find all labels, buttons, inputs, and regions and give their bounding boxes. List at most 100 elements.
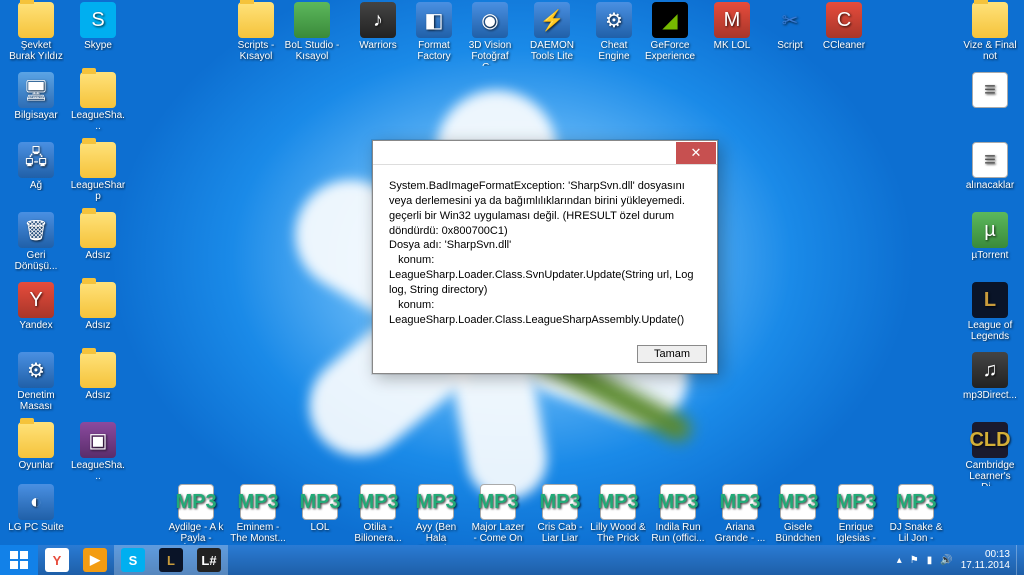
computer-icon: 🖥 — [18, 72, 54, 108]
green-icon: ㅤ — [294, 2, 330, 38]
icon-label: Ağ — [8, 180, 64, 191]
taskbar-spacer — [228, 545, 891, 575]
desktop-icon[interactable]: MP3Otilia - Bilionera... — [350, 484, 406, 544]
icon-label: LeagueSha... — [70, 110, 126, 132]
mp3-icon: MP3 — [480, 484, 516, 520]
desktop-icon[interactable]: Scripts - Kısayol — [228, 2, 284, 62]
desktop-icon[interactable]: ≡alınacaklar — [962, 142, 1018, 191]
desktop-icon[interactable]: Vize & Final not — [962, 2, 1018, 62]
yandex-icon: Y — [45, 548, 69, 572]
desktop-icon[interactable]: CLDCambridge Learner's Di... — [962, 422, 1018, 486]
taskbar-start-button[interactable] — [0, 545, 38, 575]
desktop-icon[interactable]: ◉3D Vision Fotoğraf G... — [462, 2, 518, 66]
desktop-icon[interactable]: ◐LG PC Suite — [8, 484, 64, 533]
desktop-icon[interactable]: MP3Cris Cab - Liar Liar — [532, 484, 588, 544]
taskbar[interactable]: Y ▶SL L# ▴ ⚑ ▮ 🔊 00:13 17.11.2014 — [0, 545, 1024, 575]
mp3-icon: MP3 — [600, 484, 636, 520]
desktop-icon[interactable]: MP3Gisele Bündchen ... — [770, 484, 826, 548]
taskbar-media-player-button[interactable]: ▶ — [76, 545, 114, 575]
desktop-icon[interactable]: MP3Enrique Iglesias - Ba... — [828, 484, 884, 548]
desktop-icon[interactable]: Adsız — [70, 282, 126, 331]
dialog-message: System.BadImageFormatException: 'SharpSv… — [389, 179, 701, 327]
close-button[interactable]: ✕ — [676, 142, 716, 164]
desktop-icon[interactable]: Şevket Burak Yıldız — [8, 2, 64, 62]
desktop-icon[interactable]: ㅤBoL Studio - Kısayol — [284, 2, 340, 62]
windows-logo-icon — [9, 550, 29, 570]
action-center-icon[interactable]: ⚑ — [910, 555, 919, 566]
desktop-icon[interactable]: Oyunlar — [8, 422, 64, 471]
desktop-icon[interactable]: MP3Ariana Grande - ... — [712, 484, 768, 544]
dark-icon: ♪ — [360, 2, 396, 38]
desktop-icon[interactable]: S Skype — [70, 2, 126, 51]
desktop-icon[interactable]: ◢GeForce Experience — [642, 2, 698, 62]
clock[interactable]: 00:13 17.11.2014 — [961, 549, 1010, 571]
taskbar-yandex-button[interactable]: Y — [38, 545, 76, 575]
dialog-titlebar[interactable]: ✕ — [373, 141, 717, 165]
desktop-icon[interactable]: ⚙Cheat Engine — [586, 2, 642, 62]
mp3-icon: MP3 — [660, 484, 696, 520]
green-icon: µ — [972, 212, 1008, 248]
skype-icon: S — [80, 2, 116, 38]
icon-label: Adsız — [70, 320, 126, 331]
icon-label: Cambridge Learner's Di... — [962, 460, 1018, 486]
desktop-icon[interactable]: 🗑Geri Dönüşü... — [8, 212, 64, 272]
desktop-icon[interactable]: LeagueSharp — [70, 142, 126, 202]
icon-label: Skype — [70, 40, 126, 51]
icon-label: GeForce Experience — [642, 40, 698, 62]
desktop-icon[interactable]: CCCleaner — [816, 2, 872, 51]
desktop-icon[interactable]: LeagueSha... — [70, 72, 126, 132]
desktop-icon[interactable]: YYandex — [8, 282, 64, 331]
desktop-icon[interactable]: µ µTorrent — [962, 212, 1018, 261]
system-tray[interactable]: ▴ ⚑ ▮ 🔊 00:13 17.11.2014 — [891, 545, 1016, 575]
desktop-icon[interactable]: MP3Ayy (Ben Hala Rüyad... — [408, 484, 464, 548]
folder-icon — [972, 2, 1008, 38]
desktop-icon[interactable]: ♪Warriors — [350, 2, 406, 51]
desktop-icon[interactable]: MMK LOL — [704, 2, 760, 51]
leaguesharp-icon: L# — [197, 548, 221, 572]
network-icon[interactable]: ▮ — [927, 555, 933, 566]
show-desktop-button[interactable] — [1016, 545, 1024, 575]
folder-icon — [80, 72, 116, 108]
desktop-icon[interactable]: Adsız — [70, 212, 126, 261]
desktop-icon[interactable]: Adsız — [70, 352, 126, 401]
desktop-icon[interactable]: 🖧Ağ — [8, 142, 64, 191]
app-icon: 🗑 — [18, 212, 54, 248]
desktop-icon[interactable]: ⚙Denetim Masası — [8, 352, 64, 412]
txt-icon: ≡ — [972, 142, 1008, 178]
desktop-icon[interactable]: ◧Format Factory — [406, 2, 462, 62]
desktop-icon[interactable]: ✂Script — [762, 2, 818, 51]
icon-label: Indila Run Run (offici... — [650, 522, 706, 544]
icon-label: Adsız — [70, 250, 126, 261]
volume-icon[interactable]: 🔊 — [940, 555, 952, 566]
icon-label: ㅤ — [962, 110, 1018, 121]
desktop-icon[interactable]: MP3Eminem - The Monst... — [230, 484, 286, 544]
taskbar-skype-button[interactable]: S — [114, 545, 152, 575]
desktop-icon[interactable]: MP3DJ Snake & Lil Jon - Tu... — [888, 484, 944, 548]
desktop-icon[interactable]: ♫mp3Direct... — [962, 352, 1018, 401]
app-icon: ◉ — [472, 2, 508, 38]
desktop-icon[interactable]: MP3Aydilge - A k Payla - İma... — [168, 484, 224, 548]
taskbar-league-button[interactable]: L — [152, 545, 190, 575]
desktop-icon[interactable]: MP3Major Lazer - Come On ... — [470, 484, 526, 548]
mp3-icon: MP3 — [418, 484, 454, 520]
desktop-icon[interactable]: MP3Indila Run Run (offici... — [650, 484, 706, 544]
icon-label: LeagueSha... — [70, 460, 126, 482]
icon-label: 3D Vision Fotoğraf G... — [462, 40, 518, 66]
desktop-icon[interactable]: MP3LOL — [292, 484, 348, 533]
taskbar-leaguesharp-button[interactable]: L# — [190, 545, 228, 575]
desktop-icon[interactable]: ≡ㅤ — [962, 72, 1018, 121]
desktop-icon[interactable]: 🖥Bilgisayar — [8, 72, 64, 121]
clock-time: 00:13 — [961, 549, 1010, 560]
desktop-icon[interactable]: ▣LeagueSha... — [70, 422, 126, 482]
icon-label: Scripts - Kısayol — [228, 40, 284, 62]
nv-icon: ◢ — [652, 2, 688, 38]
desktop-icon[interactable]: LLeague of Legends — [962, 282, 1018, 342]
tray-overflow-icon[interactable]: ▴ — [897, 555, 902, 566]
icon-label: µTorrent — [962, 250, 1018, 261]
desktop-icon[interactable]: ⚡DAEMON Tools Lite — [524, 2, 580, 62]
desktop-icon[interactable]: MP3Lilly Wood & The Prick a... — [590, 484, 646, 548]
ok-button[interactable]: Tamam — [637, 345, 707, 363]
app-icon: ⚙ — [596, 2, 632, 38]
mp3-icon: MP3 — [838, 484, 874, 520]
icon-label: BoL Studio - Kısayol — [284, 40, 340, 62]
